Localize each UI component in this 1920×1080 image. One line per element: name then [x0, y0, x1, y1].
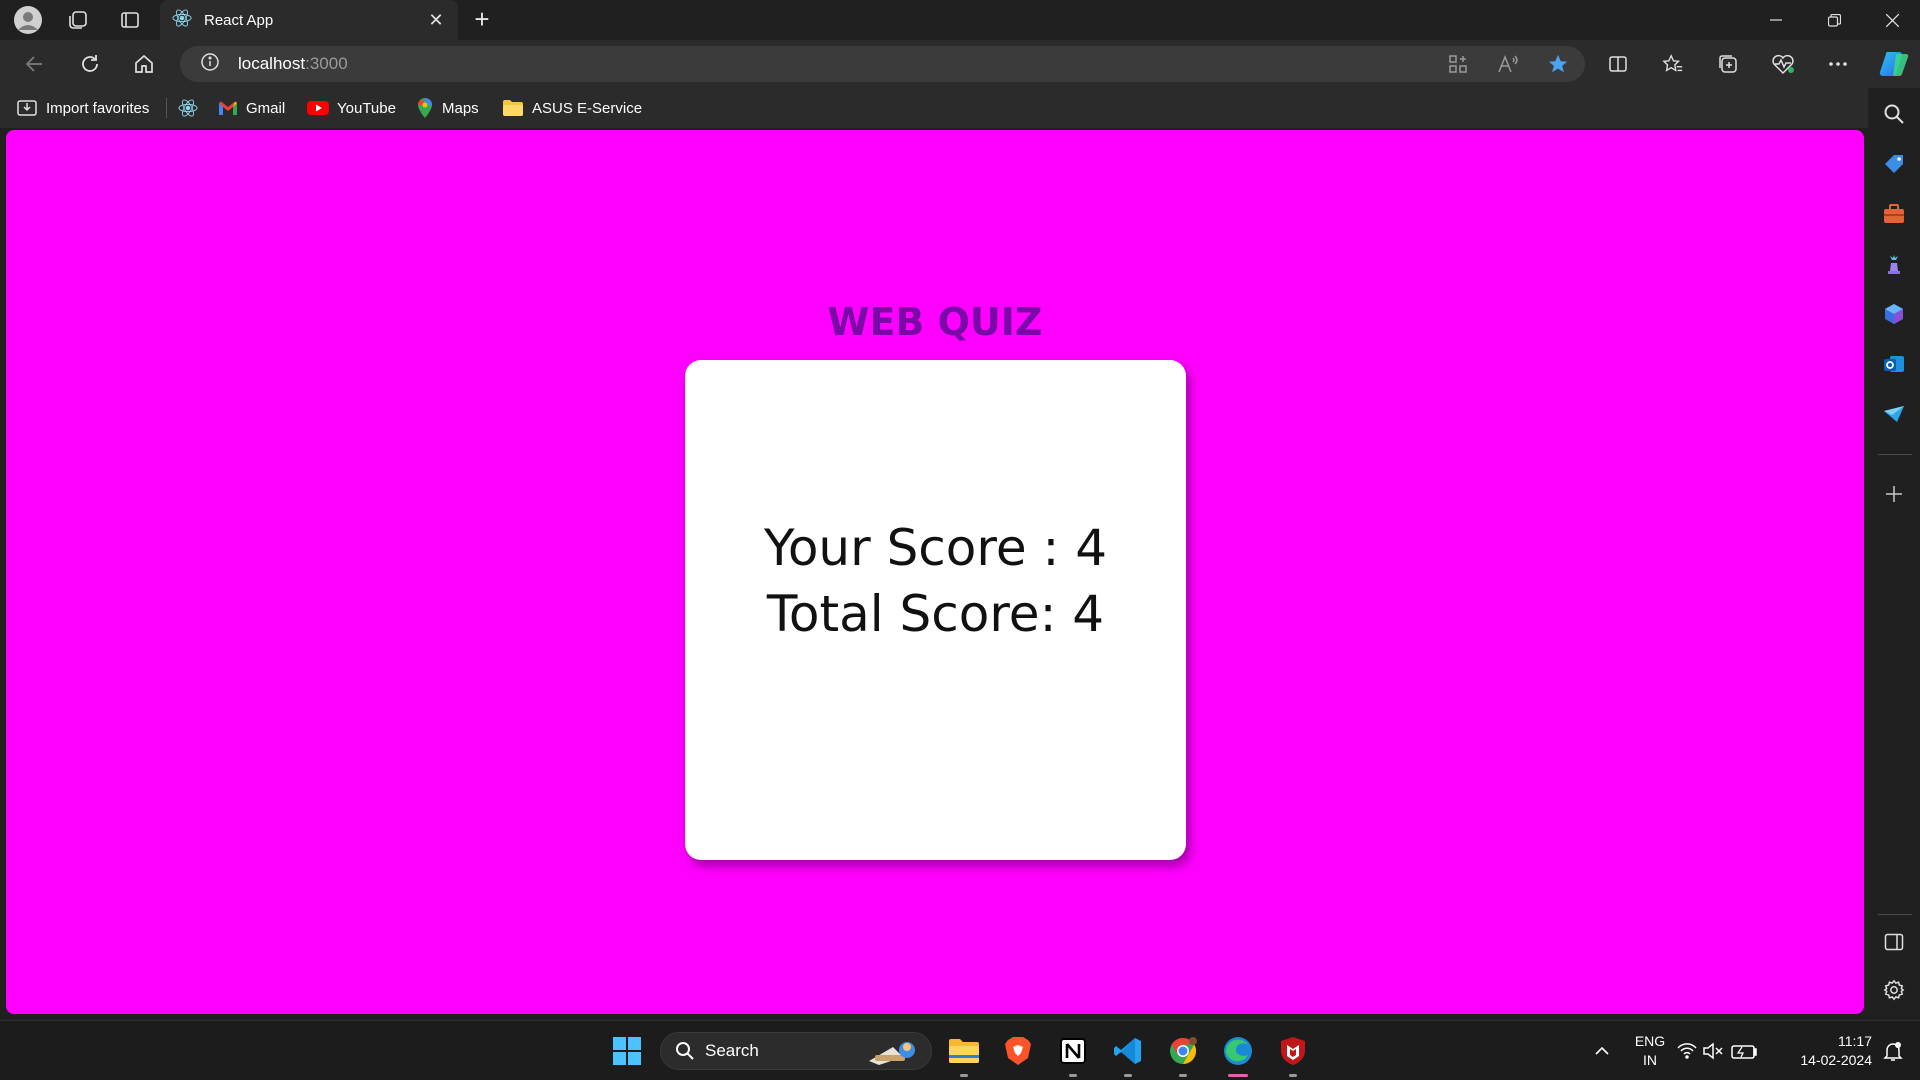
url-host: localhost — [238, 54, 306, 73]
clock[interactable]: 11:17 14-02-2024 — [1782, 1032, 1872, 1070]
close-tab-icon[interactable]: ✕ — [426, 10, 446, 31]
refresh-icon[interactable] — [72, 48, 108, 80]
bookmark-label: ASUS E-Service — [532, 99, 643, 117]
search-highlight-icon — [869, 1042, 915, 1065]
bookmarks-divider — [166, 98, 167, 118]
gmail-icon — [219, 101, 237, 115]
bookmark-gmail[interactable]: Gmail — [218, 96, 285, 120]
tab-actions-icon[interactable] — [114, 4, 146, 36]
youtube-icon — [307, 101, 329, 115]
add-sidebar-app-icon[interactable] — [1882, 482, 1906, 506]
search-icon[interactable] — [1882, 102, 1906, 126]
home-icon[interactable] — [126, 48, 162, 80]
site-info-icon[interactable] — [200, 52, 220, 77]
favorite-star-icon[interactable] — [1542, 48, 1574, 80]
copilot-icon[interactable] — [1876, 48, 1912, 80]
vscode-icon[interactable] — [1108, 1031, 1148, 1077]
workspaces-icon[interactable] — [62, 4, 94, 36]
import-favorites-icon — [17, 100, 37, 116]
app-available-icon[interactable] — [1442, 48, 1474, 80]
volume-muted-icon — [1703, 1042, 1723, 1060]
edge-browser-icon[interactable] — [1218, 1031, 1258, 1077]
page-viewport: WEB QUIZ Your Score : 4 Total Score: 4 — [6, 130, 1864, 1014]
file-explorer-icon[interactable] — [944, 1031, 984, 1077]
bookmarks-bar: Import favorites Gmail YouTube Maps ASUS… — [0, 88, 1880, 128]
running-indicator — [960, 1074, 968, 1077]
bookmark-label: Gmail — [246, 99, 286, 117]
settings-gear-icon[interactable] — [1882, 978, 1906, 1002]
back-arrow-icon[interactable] — [16, 48, 52, 80]
search-label: Search — [705, 1041, 759, 1060]
running-indicator — [1179, 1074, 1187, 1077]
running-indicator — [1069, 1074, 1077, 1077]
clock-date: 14-02-2024 — [1800, 1052, 1872, 1068]
profile-avatar-icon[interactable] — [12, 4, 44, 36]
wifi-icon — [1677, 1043, 1697, 1059]
browser-essentials-icon[interactable] — [1765, 48, 1801, 80]
bookmark-folder-asus[interactable]: ASUS E-Service — [502, 96, 642, 120]
notifications-bell-icon[interactable] — [1876, 1031, 1910, 1071]
language-code: ENG — [1634, 1033, 1666, 1049]
react-icon — [172, 8, 192, 33]
bookmark-maps[interactable]: Maps — [416, 96, 479, 120]
bookmark-label: Import favorites — [46, 99, 150, 117]
sidebar-divider — [1878, 454, 1912, 455]
url-port: :3000 — [305, 54, 348, 73]
maps-icon — [418, 98, 432, 118]
clock-time: 11:17 — [1838, 1033, 1872, 1049]
browser-toolbar: localhost:3000 — [0, 40, 1920, 88]
bookmark-react[interactable] — [178, 96, 206, 120]
outlook-icon[interactable] — [1882, 352, 1906, 376]
score-summary: Your Score : 4 Total Score: 4 — [685, 515, 1186, 647]
tools-briefcase-icon[interactable] — [1882, 202, 1906, 226]
browser-title-bar: React App ✕ + — [0, 0, 1920, 40]
running-indicator — [1289, 1074, 1297, 1077]
microsoft-365-icon[interactable] — [1882, 302, 1906, 326]
chrome-icon[interactable] — [1163, 1031, 1203, 1077]
your-score-text: Your Score : 4 — [763, 519, 1108, 577]
taskbar-search-box[interactable]: Search — [660, 1032, 932, 1070]
folder-icon — [503, 100, 523, 116]
brave-browser-icon[interactable] — [998, 1031, 1038, 1071]
split-screen-icon[interactable] — [1600, 48, 1636, 80]
windows-taskbar: Search ENG IN 11:17 14-02-2024 — [0, 1020, 1920, 1080]
new-tab-button[interactable]: + — [466, 4, 498, 36]
react-icon — [178, 99, 198, 117]
running-indicator — [1124, 1074, 1132, 1077]
sidebar-divider — [1878, 914, 1912, 915]
input-language-indicator[interactable]: ENG IN — [1630, 1032, 1670, 1070]
mcafee-icon[interactable] — [1273, 1031, 1313, 1077]
address-bar[interactable]: localhost:3000 — [180, 46, 1585, 82]
restore-icon[interactable] — [1806, 0, 1862, 40]
close-window-icon[interactable] — [1864, 0, 1920, 40]
bookmark-label: Maps — [442, 99, 479, 117]
bookmark-youtube[interactable]: YouTube — [307, 96, 396, 120]
bookmark-label: YouTube — [337, 99, 396, 117]
shopping-tag-icon[interactable] — [1882, 152, 1906, 176]
read-aloud-icon[interactable] — [1492, 48, 1524, 80]
games-chess-icon[interactable] — [1882, 252, 1906, 276]
drop-send-icon[interactable] — [1882, 402, 1906, 426]
battery-charging-icon — [1731, 1045, 1757, 1059]
network-volume-battery-tray[interactable] — [1676, 1031, 1760, 1071]
region-code: IN — [1643, 1052, 1657, 1068]
edge-sidebar — [1868, 88, 1920, 1018]
score-card: Your Score : 4 Total Score: 4 — [685, 360, 1186, 860]
windows-start-icon[interactable] — [607, 1031, 647, 1071]
notion-icon[interactable] — [1053, 1031, 1093, 1077]
collections-icon[interactable] — [1710, 48, 1746, 80]
hide-sidebar-icon[interactable] — [1882, 930, 1906, 954]
minimize-icon[interactable] — [1748, 0, 1804, 40]
search-icon — [676, 1042, 694, 1060]
total-score-text: Total Score: 4 — [766, 585, 1105, 643]
page-title: WEB QUIZ — [827, 300, 1043, 344]
tab-title: React App — [204, 11, 274, 29]
active-indicator — [1228, 1074, 1248, 1077]
tab-react-app[interactable]: React App ✕ — [160, 0, 458, 40]
more-menu-icon[interactable] — [1820, 48, 1856, 80]
bookmark-import-favorites[interactable]: Import favorites — [16, 96, 149, 120]
show-hidden-icons-chevron-icon[interactable] — [1582, 1031, 1622, 1071]
favorites-icon[interactable] — [1655, 48, 1691, 80]
